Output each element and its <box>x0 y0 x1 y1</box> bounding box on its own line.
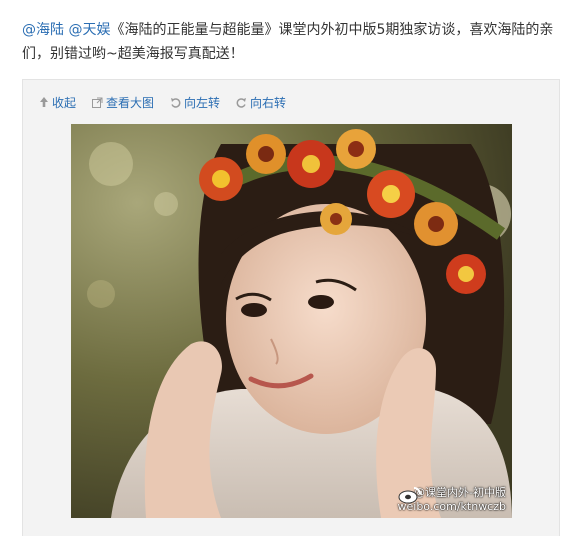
mention-tianyu[interactable]: @天娱 <box>68 22 110 38</box>
rotate-left-button[interactable]: 向左转 <box>170 94 220 111</box>
watermark-handle: @课堂内外-初中版 <box>414 486 506 499</box>
rotate-right-label: 向右转 <box>250 95 287 110</box>
post-text: @海陆 @天娱《海陆的正能量与超能量》课堂内外初中版5期独家访谈，喜欢海陆的亲们… <box>22 18 560 66</box>
rotate-right-button[interactable]: 向右转 <box>236 94 286 111</box>
media-box: 收起 查看大图 向左转 向右转 @课堂内外-初中版 weibo.com/ktnw… <box>22 79 560 536</box>
arrow-up-icon <box>40 97 48 107</box>
rotate-left-label: 向左转 <box>184 95 221 110</box>
portrait-illustration <box>71 124 512 518</box>
external-link-icon <box>92 97 103 108</box>
rotate-right-icon <box>236 97 247 108</box>
mention-hailu[interactable]: @海陆 <box>22 22 64 38</box>
weibo-logo-icon <box>398 487 421 504</box>
rotate-left-icon <box>171 97 181 108</box>
photo-watermark: @课堂内外-初中版 weibo.com/ktnwczb <box>398 486 507 514</box>
post-photo[interactable]: @课堂内外-初中版 weibo.com/ktnwczb <box>71 124 512 518</box>
view-large-label: 查看大图 <box>106 95 155 110</box>
view-large-button[interactable]: 查看大图 <box>92 94 154 111</box>
media-toolbar: 收起 查看大图 向左转 向右转 <box>39 94 286 110</box>
collapse-button[interactable]: 收起 <box>39 94 76 111</box>
collapse-label: 收起 <box>52 95 77 110</box>
